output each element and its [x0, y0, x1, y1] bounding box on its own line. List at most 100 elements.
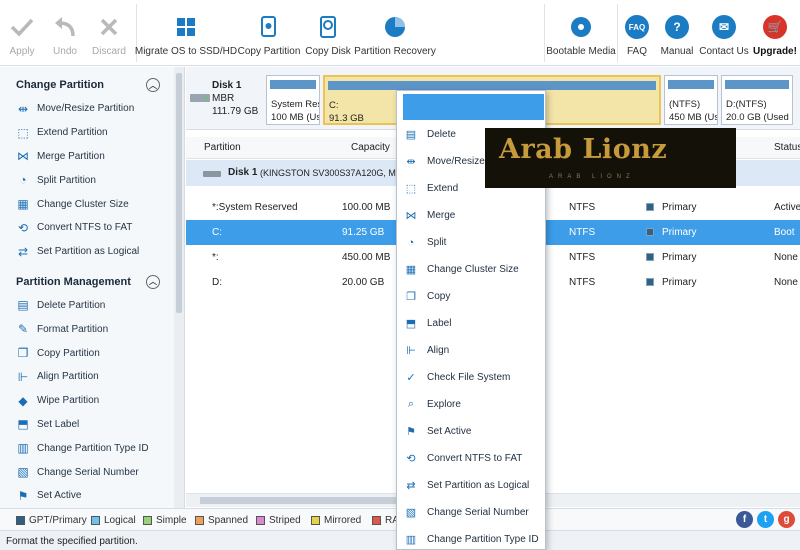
faq-button[interactable]: FAQ FAQ [618, 0, 656, 66]
cluster-icon: ▦ [405, 264, 417, 276]
disk-type: MBR [212, 93, 235, 104]
legend-item: GPT/Primary [16, 515, 87, 526]
sidebar-item-split[interactable]: ◔ Split Partition [0, 168, 184, 192]
sidebar-item-type-id[interactable]: ▥ Change Partition Type ID [0, 436, 184, 460]
apply-button[interactable]: Apply [0, 0, 44, 66]
migrate-os-button[interactable]: Migrate OS to SSD/HD [135, 0, 237, 66]
bootable-media-button[interactable]: Bootable Media [545, 0, 617, 66]
split-icon: ◔ [19, 173, 27, 188]
google-plus-icon[interactable]: g [778, 511, 795, 528]
sidebar-item-label: Wipe Partition [37, 395, 100, 407]
align-icon: ⊩ [17, 369, 29, 384]
convert-icon: ⟲ [17, 220, 29, 235]
block-info: 20.0 GB (Used [726, 112, 789, 123]
facebook-icon[interactable]: f [736, 511, 753, 528]
block-name: D:(NTFS) [726, 99, 767, 110]
partition-status: Boot [774, 227, 795, 238]
sidebar-scrollbar[interactable] [174, 67, 184, 508]
partition-capacity: 20.00 GB [342, 277, 385, 288]
sidebar-item-convert-ntfs[interactable]: ⟲ Convert NTFS to FAT [0, 216, 184, 240]
sidebar-item-label: Copy Partition [37, 347, 100, 359]
menu-item-align[interactable]: ⊩ Align [397, 337, 545, 364]
primary-swatch-icon [646, 203, 654, 211]
sidebar-item-delete[interactable]: ▤ Delete Partition [0, 294, 184, 318]
discard-button[interactable]: Discard [86, 0, 132, 66]
legend-item: Mirrored [311, 515, 361, 526]
sidebar-item-set-active[interactable]: ⚑ Set Active [0, 484, 184, 508]
logical-swatch [91, 516, 100, 525]
search-icon: ⌕ [407, 398, 415, 410]
menu-item-copy[interactable]: ❐ Copy [397, 283, 545, 310]
menu-item-convert-ntfs[interactable]: ⟲ Convert NTFS to FAT [397, 445, 545, 472]
menu-item-split[interactable]: ◔ Split [397, 229, 545, 256]
type-id-icon: ▥ [17, 441, 29, 456]
delete-icon: ▤ [405, 129, 417, 141]
logical-icon: ⇄ [17, 244, 29, 259]
scrollbar-thumb[interactable] [176, 73, 182, 313]
upgrade-button[interactable]: 🛒 Upgrade! [750, 0, 800, 66]
primary-swatch-icon [646, 253, 654, 261]
sidebar-item-cluster-size[interactable]: ▦ Change Cluster Size [0, 192, 184, 216]
menu-item-check-file-system[interactable]: ✓ Check File System [397, 364, 545, 391]
chevron-up-icon[interactable]: ︿ [146, 78, 160, 92]
undo-button[interactable]: Undo [44, 0, 86, 66]
copy-disk-button[interactable]: Copy Disk [303, 0, 353, 66]
partition-capacity: 450.00 MB [342, 252, 391, 263]
partition-fs: NTFS [569, 202, 596, 213]
legend-item: Logical [91, 515, 136, 526]
split-icon: ◔ [407, 236, 415, 249]
usage-bar [725, 80, 789, 89]
partition-name: *:System Reserved [212, 202, 298, 213]
chevron-up-icon[interactable]: ︿ [146, 274, 160, 289]
partition-status: Active [774, 202, 800, 213]
disk-block-recovery[interactable]: (NTFS) 450 MB (Use [664, 75, 718, 125]
menu-item-set-logical[interactable]: ⇄ Set Partition as Logical [397, 472, 545, 499]
disk-info[interactable]: Disk 1 MBR 111.79 GB [212, 79, 258, 118]
usage-bar [668, 80, 714, 89]
sidebar-item-label: Set Partition as Logical [37, 246, 140, 258]
column-header-capacity[interactable]: Capacity [351, 142, 390, 153]
partition-type: Primary [646, 252, 696, 263]
partition-recovery-button[interactable]: Partition Recovery [353, 0, 437, 66]
menu-item-cluster-size[interactable]: ▦ Change Cluster Size [397, 256, 545, 283]
column-header-status[interactable]: Status [774, 142, 800, 153]
sidebar-item-format[interactable]: ✎ Format Partition [0, 317, 184, 341]
sidebar-item-label: Set Active [37, 490, 82, 502]
serial-icon: ▧ [17, 465, 29, 480]
disk-block-system-reserved[interactable]: System Rese 100 MB (Use [266, 75, 320, 125]
help-icon: ? [664, 14, 690, 40]
menu-item-serial-number[interactable]: ▧ Change Serial Number [397, 499, 545, 526]
column-header-partition[interactable]: Partition [204, 142, 241, 153]
cart-icon: 🛒 [762, 14, 788, 40]
section-title: Partition Management [16, 275, 131, 288]
sidebar-item-align[interactable]: ⊩ Align Partition [0, 365, 184, 389]
flag-icon: ⚑ [17, 488, 29, 503]
scrollbar-thumb[interactable] [200, 497, 400, 504]
sidebar-item-wipe[interactable]: ◆ Wipe Partition [0, 389, 184, 413]
menu-item-set-active[interactable]: ⚑ Set Active [397, 418, 545, 445]
sidebar-item-set-logical[interactable]: ⇄ Set Partition as Logical [0, 240, 184, 264]
sidebar-item-move-resize[interactable]: ⇹ Move/Resize Partition [0, 97, 184, 121]
menu-item-type-id[interactable]: ▥ Change Partition Type ID [397, 526, 545, 549]
sidebar-item-copy[interactable]: ❐ Copy Partition [0, 341, 184, 365]
copy-partition-button[interactable]: Copy Partition [235, 0, 303, 66]
windows-icon [173, 14, 199, 40]
sidebar-item-serial[interactable]: ▧ Change Serial Number [0, 460, 184, 484]
contact-us-button[interactable]: ✉ Contact Us [698, 0, 750, 66]
disk-block-d[interactable]: D:(NTFS) 20.0 GB (Used [721, 75, 793, 125]
delete-icon: ▤ [17, 298, 29, 313]
menu-item-explore[interactable]: ⌕ Explore [397, 391, 545, 418]
copy-icon: ❐ [17, 346, 29, 361]
context-menu-highlight[interactable] [403, 94, 544, 120]
menu-item-label[interactable]: ⬒ Label [397, 310, 545, 337]
watermark-subtitle: ARAB LIONZ [549, 174, 635, 180]
sidebar-item-set-label[interactable]: ⬒ Set Label [0, 413, 184, 437]
sidebar-item-label: Delete Partition [37, 299, 106, 311]
sidebar-item-extend[interactable]: ⬚ Extend Partition [0, 121, 184, 145]
copy-partition-icon [256, 14, 282, 40]
menu-item-merge[interactable]: ⋈ Merge [397, 202, 545, 229]
sidebar-item-merge[interactable]: ⋈ Merge Partition [0, 145, 184, 169]
twitter-icon[interactable]: t [757, 511, 774, 528]
type-id-icon: ▥ [405, 534, 417, 546]
manual-button[interactable]: ? Manual [656, 0, 698, 66]
